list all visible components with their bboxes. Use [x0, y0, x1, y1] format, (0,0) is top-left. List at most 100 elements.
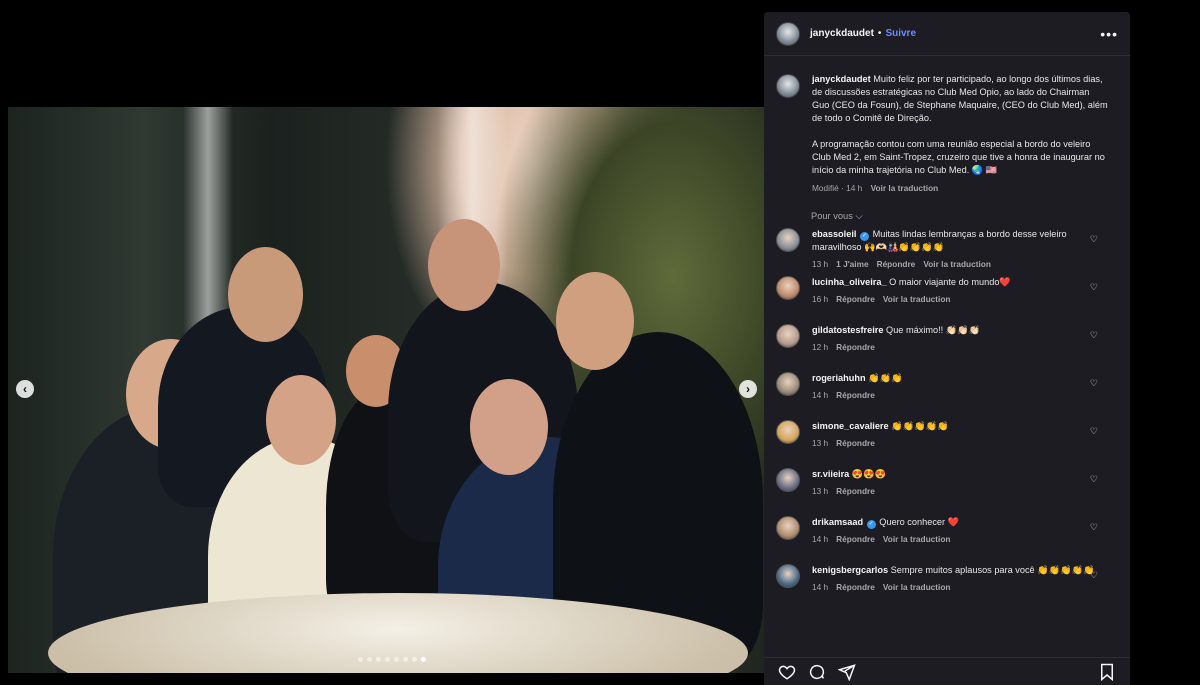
comment-icon[interactable]: [806, 661, 828, 683]
comment-time: 12 h: [812, 342, 829, 352]
caption-modified: Modifié · 14 h: [812, 183, 863, 193]
commenter-avatar[interactable]: [776, 228, 800, 252]
verified-badge-icon: ✓: [860, 232, 869, 241]
comment-item: gildatostesfreire Que máximo!! 👏🏻👏🏻👏🏻 12 …: [764, 324, 1108, 354]
comment-time: 16 h: [812, 294, 829, 304]
bookmark-icon[interactable]: [1096, 661, 1118, 683]
comment-time: 14 h: [812, 582, 829, 592]
commenter-avatar[interactable]: [776, 276, 800, 300]
commenter-avatar[interactable]: [776, 372, 800, 396]
caption-author-avatar[interactable]: [776, 74, 800, 98]
verified-badge-icon: ✓: [866, 520, 876, 529]
commenter-username[interactable]: kenigsbergcarlos: [812, 565, 888, 575]
comment-like-heart-icon[interactable]: ♡: [1090, 378, 1098, 389]
comment-item: simone_cavaliere 👏👏👏👏👏 13 h Répondre ♡: [764, 420, 1108, 450]
comment-reply-button[interactable]: Répondre: [836, 582, 875, 592]
commenter-avatar[interactable]: [776, 420, 800, 444]
comment-text: 😍😍😍: [851, 469, 887, 479]
comment-item: kenigsbergcarlos Sempre muitos aplausos …: [764, 564, 1108, 594]
comment-reply-button[interactable]: Répondre: [836, 294, 875, 304]
comment-like-heart-icon[interactable]: ♡: [1090, 570, 1098, 581]
carousel-dot: [358, 657, 363, 662]
comment-meta: 14 h Répondre: [812, 389, 1096, 402]
comment-text: 👏👏👏: [868, 373, 903, 383]
comment-like-heart-icon[interactable]: ♡: [1090, 426, 1098, 437]
comment-time: 13 h: [812, 259, 829, 269]
commenter-avatar[interactable]: [776, 468, 800, 492]
commenter-username[interactable]: rogeriahuhn: [812, 373, 866, 383]
commenter-username[interactable]: simone_cavaliere: [812, 421, 889, 431]
commenter-username[interactable]: lucinha_oliveira_: [812, 277, 887, 287]
comment-reply-button[interactable]: Répondre: [836, 342, 875, 352]
for-you-sort-dropdown[interactable]: Pour vous ⌵: [811, 211, 1130, 222]
caption-username[interactable]: janyckdaudet: [812, 74, 871, 84]
commenter-avatar[interactable]: [776, 324, 800, 348]
carousel-prev-button[interactable]: ‹: [16, 380, 34, 398]
comment-item: lucinha_oliveira_ O maior viajante do mu…: [764, 276, 1108, 306]
comment-meta: 14 h Répondre Voir la traduction: [812, 581, 1096, 594]
follow-button[interactable]: Suivre: [885, 28, 916, 39]
carousel-dot: [367, 657, 372, 662]
comment-like-heart-icon[interactable]: ♡: [1090, 234, 1098, 245]
carousel-indicator: [358, 657, 426, 662]
comment-reply-button[interactable]: Répondre: [836, 390, 875, 400]
comment-item: rogeriahuhn 👏👏👏 14 h Répondre ♡: [764, 372, 1108, 402]
share-icon[interactable]: [836, 661, 858, 683]
comment-meta: 12 h Répondre: [812, 341, 1096, 354]
commenter-avatar[interactable]: [776, 564, 800, 588]
comment-text: O maior viajante do mundo❤️: [889, 277, 1011, 287]
comment-likes[interactable]: 1 J'aime: [836, 259, 868, 269]
more-options-icon[interactable]: •••: [1100, 26, 1118, 42]
post-caption: janyckdaudet Muito feliz por ter partici…: [764, 56, 1130, 195]
comment-meta: 13 h Répondre: [812, 485, 1096, 498]
commenter-username[interactable]: ebassoleil: [812, 229, 856, 239]
carousel-dot: [394, 657, 399, 662]
person-face: [428, 219, 500, 311]
comment-item: ebassoleil ✓ Muitas lindas lembranças a …: [764, 228, 1108, 271]
comment-reply-button[interactable]: Répondre: [836, 438, 875, 448]
separator-dot: •: [877, 28, 882, 39]
heart-icon[interactable]: [776, 661, 798, 683]
author-username[interactable]: janyckdaudet: [810, 28, 874, 39]
comment-item: sr.viieira 😍😍😍 13 h Répondre ♡: [764, 468, 1108, 498]
comment-time: 13 h: [812, 486, 829, 496]
commenter-username[interactable]: gildatostesfreire: [812, 325, 883, 335]
comment-time: 14 h: [812, 534, 829, 544]
post-header: janyckdaudet • Suivre •••: [764, 12, 1130, 56]
author-avatar[interactable]: [776, 21, 800, 46]
carousel-dot: [403, 657, 408, 662]
caption-meta: Modifié · 14 h Voir la traduction: [812, 182, 1108, 195]
commenter-username[interactable]: drikamsaad: [812, 517, 863, 527]
person-face: [266, 375, 336, 465]
person-face: [228, 247, 303, 342]
comment-time: 13 h: [812, 438, 829, 448]
comment-text: Quero conhecer ❤️: [879, 517, 960, 527]
comment-text: Sempre muitos aplausos para você 👏👏👏👏👏: [890, 565, 1095, 575]
comment-reply-button[interactable]: Répondre: [877, 259, 916, 269]
comment-like-heart-icon[interactable]: ♡: [1090, 474, 1098, 485]
carousel-next-button[interactable]: ›: [739, 380, 757, 398]
comment-text: Que máximo!! 👏🏻👏🏻👏🏻: [886, 325, 981, 335]
comment-like-heart-icon[interactable]: ♡: [1090, 522, 1098, 533]
person-face: [556, 272, 634, 370]
comment-translate-link[interactable]: Voir la traduction: [883, 534, 951, 544]
carousel-dot: [385, 657, 390, 662]
comment-translate-link[interactable]: Voir la traduction: [883, 294, 951, 304]
comment-like-heart-icon[interactable]: ♡: [1090, 282, 1098, 293]
comment-reply-button[interactable]: Répondre: [836, 534, 875, 544]
comment-reply-button[interactable]: Répondre: [836, 486, 875, 496]
comment-translate-link[interactable]: Voir la traduction: [883, 582, 951, 592]
caption-translate-link[interactable]: Voir la traduction: [871, 183, 939, 193]
carousel-dot: [376, 657, 381, 662]
comment-like-heart-icon[interactable]: ♡: [1090, 330, 1098, 341]
comment-translate-link[interactable]: Voir la traduction: [923, 259, 991, 269]
comment-meta: 16 h Répondre Voir la traduction: [812, 293, 1096, 306]
comment-text: 👏👏👏👏👏: [891, 421, 949, 431]
commenter-avatar[interactable]: [776, 516, 800, 540]
comment-item: drikamsaad ✓ Quero conhecer ❤️ 14 h Répond…: [764, 516, 1108, 546]
post-photo[interactable]: [8, 107, 764, 673]
comment-meta: 13 h 1 J'aime Répondre Voir la traduction: [812, 258, 1096, 271]
carousel-dot: [421, 657, 426, 662]
commenter-username[interactable]: sr.viieira: [812, 469, 849, 479]
comment-time: 14 h: [812, 390, 829, 400]
